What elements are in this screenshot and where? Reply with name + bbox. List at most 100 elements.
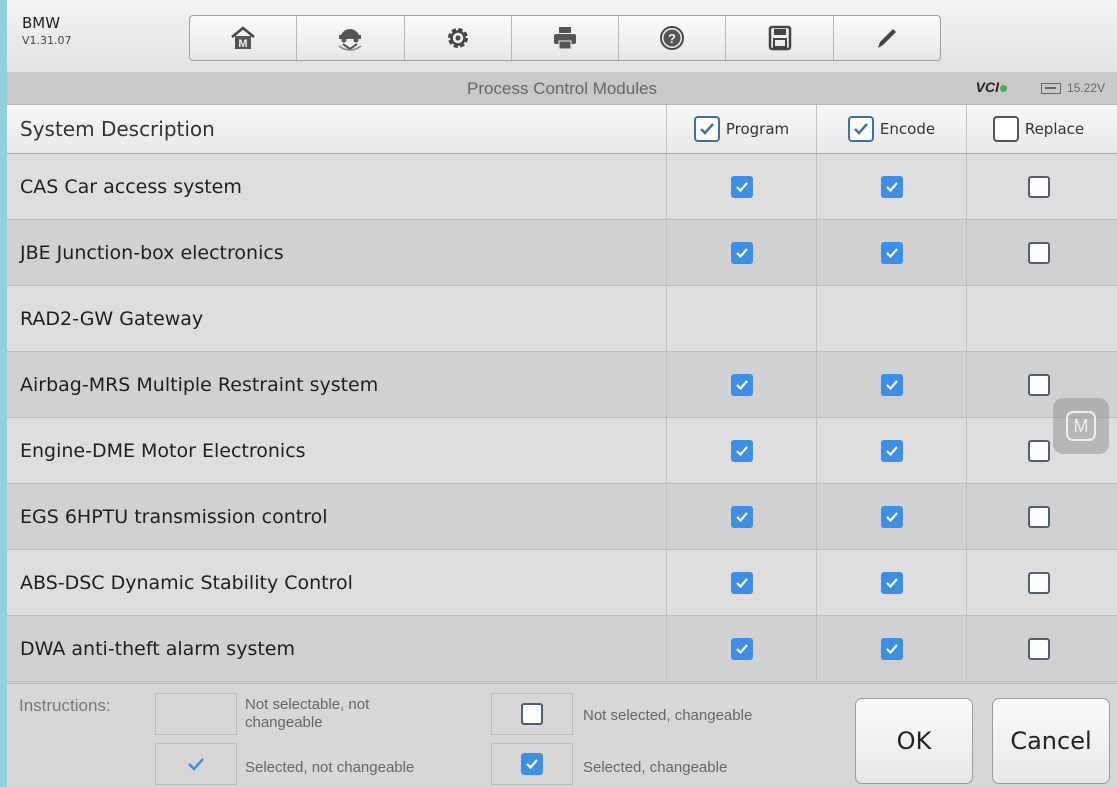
vehicle-swap-button[interactable] <box>297 16 405 60</box>
table-row: Engine-DME Motor Electronics <box>7 418 1117 484</box>
select-all-program-checkbox[interactable] <box>693 116 720 142</box>
ok-button[interactable]: OK <box>855 698 973 784</box>
battery-icon <box>1040 82 1061 94</box>
checked-box-icon <box>521 753 543 775</box>
encode-label: Encode <box>879 120 936 138</box>
program-checkbox[interactable] <box>730 637 753 660</box>
program-cell <box>667 220 817 285</box>
encode-checkbox[interactable] <box>880 175 903 198</box>
replace-label: Replace <box>1024 120 1085 138</box>
encode-cell <box>817 616 967 681</box>
replace-checkbox[interactable] <box>1027 373 1050 396</box>
program-checkbox[interactable] <box>730 241 753 264</box>
footer: Instructions: Not selectable, not change… <box>7 683 1117 787</box>
table-row: DWA anti-theft alarm system <box>7 616 1117 682</box>
table-row: CAS Car access system <box>7 154 1117 220</box>
encode-checkbox[interactable] <box>880 505 903 528</box>
select-all-replace-checkbox[interactable] <box>992 116 1019 142</box>
unchecked-box-icon <box>521 703 543 725</box>
program-cell <box>667 418 817 483</box>
program-cell <box>667 352 817 417</box>
program-cell <box>667 484 817 549</box>
replace-checkbox[interactable] <box>1027 637 1050 660</box>
pen-icon <box>877 29 896 48</box>
program-checkbox[interactable] <box>730 373 753 396</box>
system-description: RAD2-GW Gateway <box>7 286 667 351</box>
encode-checkbox[interactable] <box>880 241 903 264</box>
replace-checkbox[interactable] <box>1027 241 1050 264</box>
program-cell <box>667 550 817 615</box>
app-window: BMW V1.31.07 M ? Process Control Modules… <box>7 0 1117 787</box>
print-button[interactable] <box>512 16 620 60</box>
battery-voltage: 15.22V <box>1040 81 1105 95</box>
replace-checkbox[interactable] <box>1027 439 1050 462</box>
legend-not-selected-text: Not selected, changeable <box>583 707 753 724</box>
m-logo-icon: M <box>1066 411 1096 441</box>
check-icon <box>188 758 204 771</box>
encode-checkbox[interactable] <box>880 439 903 462</box>
col-header-description: System Description <box>7 105 667 153</box>
system-description: Engine-DME Motor Electronics <box>7 418 667 483</box>
software-version: V1.31.07 <box>22 34 72 47</box>
system-description: JBE Junction-box electronics <box>7 220 667 285</box>
table-row: JBE Junction-box electronics <box>7 220 1117 286</box>
encode-checkbox[interactable] <box>880 571 903 594</box>
program-cell <box>667 616 817 681</box>
table-header: System Description Program Encode Replac… <box>7 105 1117 154</box>
system-description: CAS Car access system <box>7 154 667 219</box>
legend-selected-text: Selected, changeable <box>583 759 728 776</box>
svg-text:?: ? <box>668 31 676 46</box>
vci-status: VCI <box>976 79 1007 95</box>
edit-button[interactable] <box>834 16 940 60</box>
check-icon <box>699 123 714 135</box>
encode-cell <box>817 352 967 417</box>
vehicle-swap-icon <box>338 29 362 51</box>
top-bar: BMW V1.31.07 M ? <box>7 0 1117 73</box>
program-checkbox[interactable] <box>730 505 753 528</box>
home-button[interactable]: M <box>190 16 298 60</box>
encode-cell <box>817 154 967 219</box>
encode-checkbox[interactable] <box>880 373 903 396</box>
page-title: Process Control Modules <box>467 79 657 98</box>
replace-cell <box>967 220 1110 285</box>
col-header-program: Program <box>667 105 817 153</box>
svg-text:M: M <box>239 38 248 50</box>
system-description: EGS 6HPTU transmission control <box>7 484 667 549</box>
legend-selected-fixed-text: Selected, not changeable <box>245 759 415 776</box>
help-button[interactable]: ? <box>619 16 727 60</box>
legend-not-selectable-text: Not selectable, not changeable <box>245 696 370 731</box>
col-header-replace: Replace <box>967 105 1110 153</box>
encode-cell <box>817 550 967 615</box>
replace-checkbox[interactable] <box>1027 571 1050 594</box>
encode-cell <box>817 418 967 483</box>
cancel-button[interactable]: Cancel <box>992 698 1110 784</box>
legend-selected-swatch <box>491 743 573 785</box>
toolbar: M ? <box>189 15 941 61</box>
replace-cell <box>967 484 1110 549</box>
module-table: System Description Program Encode Replac… <box>7 105 1117 682</box>
check-icon <box>854 123 868 135</box>
floating-menu-button[interactable]: M <box>1053 398 1109 454</box>
program-cell <box>667 286 817 351</box>
save-icon <box>768 25 791 51</box>
replace-cell <box>967 154 1110 219</box>
vci-connected-icon <box>1000 84 1007 92</box>
select-all-encode-checkbox[interactable] <box>847 116 874 142</box>
replace-checkbox[interactable] <box>1027 175 1050 198</box>
table-row: Airbag-MRS Multiple Restraint system <box>7 352 1117 418</box>
instructions-label: Instructions: <box>19 696 111 715</box>
program-checkbox[interactable] <box>730 571 753 594</box>
system-description: Airbag-MRS Multiple Restraint system <box>7 352 667 417</box>
encode-checkbox[interactable] <box>880 637 903 660</box>
settings-button[interactable] <box>405 16 512 60</box>
voltage-value: 15.22V <box>1066 81 1105 95</box>
program-checkbox[interactable] <box>730 439 753 462</box>
program-label: Program <box>725 120 790 138</box>
save-button[interactable] <box>726 16 834 60</box>
encode-cell <box>817 286 967 351</box>
replace-checkbox[interactable] <box>1027 505 1050 528</box>
system-description: ABS-DSC Dynamic Stability Control <box>7 550 667 615</box>
program-checkbox[interactable] <box>730 175 753 198</box>
printer-icon <box>553 27 576 50</box>
system-description: DWA anti-theft alarm system <box>7 616 667 681</box>
